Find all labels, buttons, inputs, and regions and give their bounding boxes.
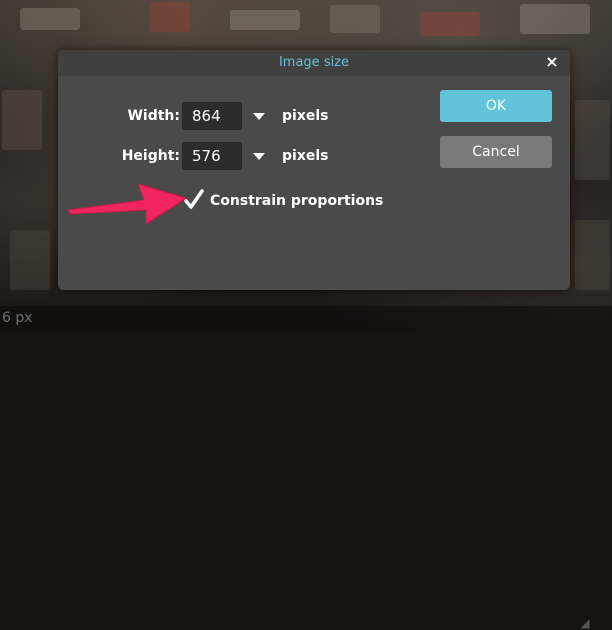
red-arrow-icon (67, 183, 188, 225)
chevron-down-icon (253, 153, 265, 160)
height-label: Height: (121, 148, 180, 164)
constrain-label[interactable]: Constrain proportions (210, 193, 383, 209)
height-unit: pixels (282, 148, 329, 164)
width-unit-dropdown[interactable] (252, 110, 266, 122)
cancel-button[interactable]: Cancel (440, 136, 552, 168)
status-bar: 6 px ◢ (0, 306, 612, 630)
zoom-text: 6 px (2, 310, 33, 326)
resize-grip-icon[interactable]: ◢ (578, 616, 592, 630)
image-size-dialog: Image size × Width: 864 pixels Height: 5… (58, 50, 570, 290)
ok-button[interactable]: OK (440, 90, 552, 122)
height-unit-dropdown[interactable] (252, 150, 266, 162)
width-field[interactable]: 864 (182, 102, 242, 130)
close-icon[interactable]: × (544, 53, 560, 71)
chevron-down-icon (253, 113, 265, 120)
width-unit: pixels (282, 108, 329, 124)
checkmark-icon (184, 189, 204, 209)
dialog-titlebar[interactable]: Image size × (58, 50, 570, 76)
width-label: Width: (127, 108, 180, 124)
dialog-title: Image size (278, 55, 350, 70)
height-field[interactable]: 576 (182, 142, 242, 170)
